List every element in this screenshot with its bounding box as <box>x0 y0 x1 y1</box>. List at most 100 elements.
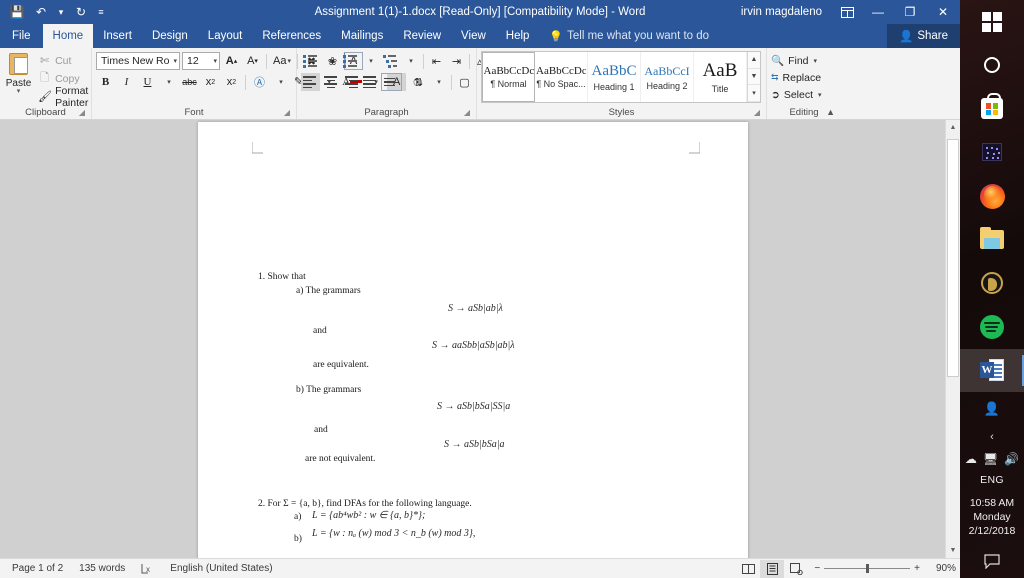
numbering-icon[interactable]: 123 <box>341 52 360 70</box>
zoom-slider[interactable]: − + <box>808 563 926 574</box>
ribbon-display-options-icon[interactable] <box>832 0 862 24</box>
align-left-icon[interactable] <box>301 73 320 91</box>
text-highlight-color-icon[interactable]: Ⓐ <box>250 73 269 91</box>
italic-button[interactable]: I <box>117 73 136 91</box>
line-spacing-icon[interactable]: ⇅ <box>409 73 428 91</box>
proofing-errors-icon[interactable]: x <box>133 563 162 575</box>
style-heading-2[interactable]: AaBbCcI Heading 2 <box>641 52 694 102</box>
shrink-font-button[interactable]: A ▾ <box>243 52 262 70</box>
grow-font-button[interactable]: A ▴ <box>222 52 241 70</box>
distributed-icon[interactable] <box>381 73 402 91</box>
clock[interactable]: 10:58 AM Monday 2/12/2018 <box>969 486 1016 544</box>
style-no-spacing[interactable]: AaBbCcDc ¶ No Spac... <box>535 52 588 102</box>
style-normal[interactable]: AaBbCcDc ¶ Normal <box>482 52 535 102</box>
paste-dropdown-icon[interactable]: ▾ <box>17 88 21 95</box>
document-canvas[interactable]: 1. Show that a) The grammars S → aSb|ab|… <box>0 120 960 558</box>
onedrive-icon[interactable]: ☁ <box>965 453 977 465</box>
style-title[interactable]: AaB Title <box>694 52 747 102</box>
style-heading-1[interactable]: AaBbC Heading 1 <box>588 52 641 102</box>
print-layout-view[interactable] <box>760 559 785 578</box>
find-button[interactable]: 🔍 Find ▾ <box>771 52 822 69</box>
zoom-level[interactable]: 90% <box>926 563 956 574</box>
increase-indent-icon[interactable]: ⇥ <box>447 52 466 70</box>
page-indicator[interactable]: Page 1 of 2 <box>4 563 71 574</box>
paste-button[interactable]: Paste ▾ <box>4 50 33 105</box>
zoom-track[interactable] <box>824 564 911 573</box>
zoom-thumb[interactable] <box>866 564 870 573</box>
styles-more-icon[interactable]: ▾ <box>748 85 760 103</box>
change-case-button[interactable]: Aa ▾ <box>271 52 293 70</box>
gold-app-button[interactable] <box>960 261 1024 305</box>
styles-dialog-launcher[interactable]: ◢ <box>754 106 760 119</box>
tab-mailings[interactable]: Mailings <box>331 24 393 48</box>
save-icon[interactable]: 💾 <box>6 2 28 22</box>
find-dropdown-icon[interactable]: ▾ <box>813 57 818 65</box>
bullets-icon[interactable] <box>301 52 320 70</box>
underline-button[interactable]: U <box>138 73 157 91</box>
show-hidden-icons-button[interactable]: ‹ <box>960 426 1024 448</box>
read-mode-view[interactable] <box>736 560 760 578</box>
tab-view[interactable]: View <box>451 24 496 48</box>
restore-button[interactable]: ❐ <box>894 0 926 24</box>
firefox-button[interactable] <box>960 174 1024 218</box>
font-size-dropdown-icon[interactable]: ▾ <box>211 57 217 65</box>
tab-home[interactable]: Home <box>42 24 94 48</box>
input-language-indicator[interactable]: ENG <box>980 470 1004 486</box>
superscript-button[interactable]: x2 <box>222 73 241 91</box>
tell-me-box[interactable]: 💡 Tell me what you want to do <box>539 24 709 48</box>
word-button[interactable]: W <box>960 348 1024 393</box>
web-layout-view[interactable] <box>784 560 808 578</box>
align-center-icon[interactable] <box>321 73 340 91</box>
styles-scroll-down-icon[interactable]: ▼ <box>748 68 760 86</box>
paragraph-dialog-launcher[interactable]: ◢ <box>464 106 470 119</box>
bullets-dropdown-icon[interactable]: ▾ <box>321 52 340 70</box>
scroll-down-icon[interactable]: ▼ <box>946 543 960 558</box>
underline-dropdown-icon[interactable]: ▾ <box>159 73 178 91</box>
replace-button[interactable]: ⇆ Replace <box>771 69 822 86</box>
tab-references[interactable]: References <box>252 24 331 48</box>
subscript-button[interactable]: x2 <box>201 73 220 91</box>
share-button[interactable]: 👤 Share <box>886 24 960 48</box>
user-account-name[interactable]: irvin magdaleno <box>731 6 832 18</box>
undo-dropdown-icon[interactable]: ▾ <box>54 2 68 22</box>
zoom-out-button[interactable]: − <box>814 563 820 574</box>
clipboard-dialog-launcher[interactable]: ◢ <box>79 106 85 119</box>
strikethrough-button[interactable]: abc <box>180 73 199 91</box>
network-icon[interactable]: 🖥 <box>983 453 998 465</box>
font-size-combo[interactable]: 12 ▾ <box>182 52 220 70</box>
scroll-up-icon[interactable]: ▲ <box>946 120 960 135</box>
tab-help[interactable]: Help <box>496 24 540 48</box>
select-dropdown-icon[interactable]: ▾ <box>817 91 822 99</box>
highlight-dropdown-icon[interactable]: ▾ <box>271 73 290 91</box>
align-right-icon[interactable] <box>341 73 360 91</box>
spotify-button[interactable] <box>960 305 1024 349</box>
scrollbar-thumb[interactable] <box>947 139 959 377</box>
styles-gallery-scrollbar[interactable]: ▲ ▼ ▾ <box>747 52 760 103</box>
line-spacing-dropdown-icon[interactable]: ▾ <box>429 73 448 91</box>
collapse-ribbon-icon[interactable]: ▲ <box>826 106 835 119</box>
language-indicator[interactable]: English (United States) <box>162 563 280 574</box>
people-button[interactable]: 👤 <box>960 392 1024 426</box>
shading-icon[interactable]: ▢ <box>455 73 474 91</box>
close-button[interactable]: ✕ <box>926 0 960 24</box>
select-button[interactable]: ➲ Select ▾ <box>771 86 822 103</box>
vertical-scrollbar[interactable]: ▲ ▼ <box>945 120 960 558</box>
tab-insert[interactable]: Insert <box>93 24 142 48</box>
undo-icon[interactable]: ↶ <box>30 2 52 22</box>
tab-review[interactable]: Review <box>393 24 451 48</box>
minimize-button[interactable]: — <box>862 0 894 24</box>
pinned-app-button[interactable] <box>960 131 1024 175</box>
customize-qat-icon[interactable]: ≡ <box>94 2 108 22</box>
numbering-dropdown-icon[interactable]: ▾ <box>361 52 380 70</box>
start-button[interactable] <box>960 0 1024 44</box>
decrease-indent-icon[interactable]: ⇤ <box>427 52 446 70</box>
file-explorer-button[interactable] <box>960 218 1024 262</box>
microsoft-store-button[interactable] <box>960 87 1024 131</box>
redo-icon[interactable]: ↻ <box>70 2 92 22</box>
tab-design[interactable]: Design <box>142 24 198 48</box>
action-center-button[interactable] <box>960 544 1024 578</box>
search-button[interactable] <box>960 44 1024 88</box>
styles-scroll-up-icon[interactable]: ▲ <box>748 52 760 69</box>
tab-layout[interactable]: Layout <box>198 24 253 48</box>
zoom-in-button[interactable]: + <box>914 563 920 574</box>
